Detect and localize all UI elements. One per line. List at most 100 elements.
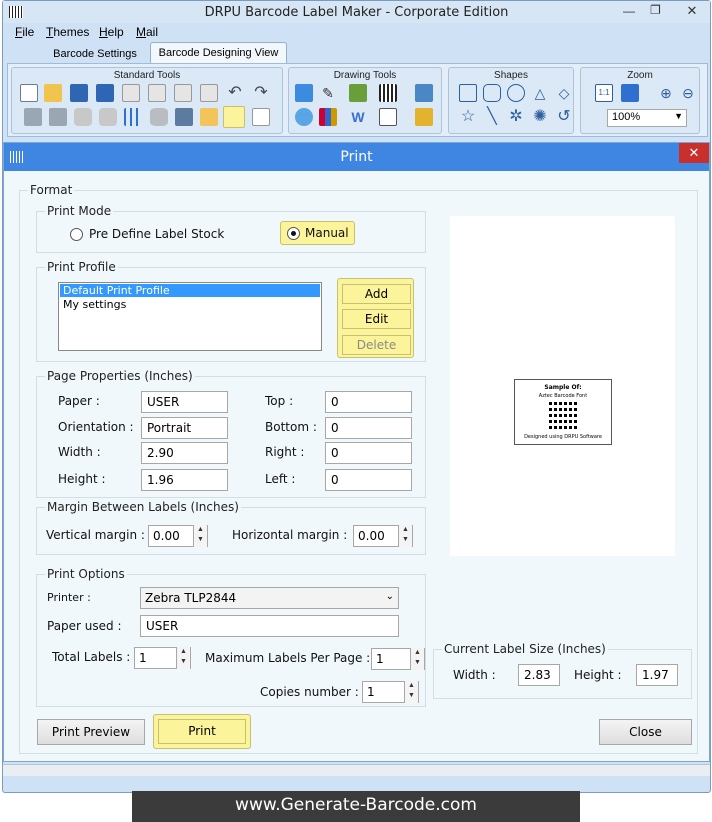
dialog-title: Print (340, 149, 373, 165)
ellipse-icon[interactable] (507, 84, 525, 102)
add-profile-button[interactable]: Add (342, 284, 411, 304)
new-file-icon[interactable] (20, 84, 38, 102)
printer-select[interactable]: Zebra TLP2844 ⌄ (140, 587, 399, 609)
export-icon[interactable] (252, 108, 270, 126)
gear-shape-icon[interactable]: ✲ (507, 108, 525, 126)
tab-barcode-designing-view[interactable]: Barcode Designing View (150, 42, 287, 64)
star-icon[interactable]: ☆ (459, 108, 477, 126)
orientation-input[interactable]: Portrait (141, 417, 228, 439)
delete-profile-button[interactable]: Delete (342, 335, 411, 355)
arc-icon[interactable]: ↺ (555, 108, 573, 126)
current-height-input[interactable]: 1.97 (636, 664, 678, 686)
print-options-group: Print Options Printer : Zebra TLP2844 ⌄ … (36, 567, 426, 707)
close-button[interactable]: Close (599, 719, 692, 745)
bring-front-icon[interactable] (49, 108, 67, 126)
pencil-icon[interactable]: ✎ (319, 84, 337, 102)
paper-used-input[interactable]: USER (140, 615, 399, 637)
barcode-icon[interactable] (379, 84, 397, 102)
print-icon[interactable] (223, 106, 245, 128)
actual-size-icon[interactable]: 1:1 (595, 84, 613, 102)
width-input[interactable]: 2.90 (141, 442, 228, 464)
triangle-icon[interactable]: △ (531, 84, 549, 102)
edit-profile-button[interactable]: Edit (342, 309, 411, 329)
paste-icon[interactable] (148, 84, 166, 102)
group-title-zoom: Zoom (627, 70, 653, 81)
copies-number-stepper[interactable]: 1 ▲ ▼ (362, 681, 419, 703)
vertical-margin-spin-icon[interactable]: ▲ ▼ (193, 525, 207, 547)
zoom-select[interactable]: 100% ▼ (607, 109, 687, 127)
menu-help-label: elp (107, 25, 124, 39)
copies-number-spin-icon[interactable]: ▲ ▼ (404, 681, 418, 703)
fit-to-window-icon[interactable] (621, 84, 639, 102)
text-tool-icon[interactable] (295, 84, 313, 102)
unlock-icon[interactable] (99, 108, 117, 126)
rectangle-shape-icon[interactable] (459, 84, 477, 102)
max-labels-per-page-stepper[interactable]: 1 ▲ ▼ (371, 648, 425, 670)
list-item-default-print-profile[interactable]: Default Print Profile (60, 284, 320, 297)
print-profile-group: Print Profile Default Print Profile My s… (36, 260, 426, 362)
rounded-rectangle-icon[interactable] (483, 84, 501, 102)
menu-file[interactable]: File (15, 25, 34, 39)
database-icon[interactable] (150, 108, 168, 126)
print-button[interactable]: Print (158, 719, 246, 744)
frame-tool-icon[interactable] (379, 108, 397, 126)
page-properties-group: Page Properties (Inches) Paper : USER Or… (36, 369, 426, 498)
vertical-margin-stepper[interactable]: 0.00 ▲ ▼ (148, 525, 208, 547)
menu-mail[interactable]: Mail (136, 25, 158, 39)
radio-predefine-label-stock[interactable] (70, 228, 83, 241)
copies-number-value: 1 (367, 685, 375, 699)
send-back-icon[interactable] (24, 108, 42, 126)
word-art-icon[interactable]: W (349, 108, 367, 126)
format-legend: Format (28, 183, 75, 197)
shapes-tool-icon[interactable] (295, 108, 313, 126)
picture-library-icon[interactable] (415, 84, 433, 102)
copy-icon[interactable] (122, 84, 140, 102)
undo-icon[interactable]: ↶ (226, 84, 244, 102)
bottom-input[interactable]: 0 (325, 417, 412, 439)
save-as-icon[interactable] (96, 84, 114, 102)
cut-icon[interactable] (174, 84, 192, 102)
delete-icon[interactable] (200, 84, 218, 102)
aztec-barcode-icon (549, 401, 577, 429)
print-preview-button[interactable]: Print Preview (37, 719, 145, 745)
tab-barcode-settings[interactable]: Barcode Settings (41, 44, 149, 64)
current-width-input[interactable]: 2.83 (518, 664, 560, 686)
save-icon[interactable] (70, 84, 88, 102)
line-icon[interactable]: ╲ (483, 108, 501, 126)
manual-option-highlight[interactable]: Manual (280, 221, 355, 245)
height-label: Height : (58, 472, 106, 486)
horizontal-margin-spin-icon[interactable]: ▲ ▼ (398, 525, 412, 547)
open-folder-icon[interactable] (44, 84, 62, 102)
minimize-button[interactable]: — (623, 4, 635, 18)
menu-help[interactable]: Help (99, 25, 124, 39)
total-labels-stepper[interactable]: 1 ▲ ▼ (134, 647, 191, 669)
zoom-out-icon[interactable]: ⊖ (679, 84, 697, 102)
max-labels-per-page-spin-icon[interactable]: ▲ ▼ (410, 648, 424, 670)
books-icon[interactable] (319, 108, 337, 126)
left-input[interactable]: 0 (325, 469, 412, 491)
zoom-in-icon[interactable]: ⊕ (657, 84, 675, 102)
print-profile-list[interactable]: Default Print Profile My settings (58, 282, 322, 351)
maximize-button[interactable]: ❐ (650, 3, 661, 17)
grid-icon[interactable] (124, 108, 142, 126)
total-labels-spin-icon[interactable]: ▲ ▼ (176, 647, 190, 669)
diamond-icon[interactable]: ◇ (555, 84, 573, 102)
right-input[interactable]: 0 (325, 442, 412, 464)
image-icon[interactable] (349, 84, 367, 102)
email-icon[interactable] (200, 108, 218, 126)
fill-color-icon[interactable] (415, 108, 433, 126)
burst-icon[interactable]: ✺ (531, 108, 549, 126)
menu-file-label: ile (22, 25, 35, 39)
horizontal-margin-stepper[interactable]: 0.00 ▲ ▼ (353, 525, 413, 547)
dialog-close-icon[interactable]: ✕ (679, 143, 709, 163)
window-close-button[interactable]: ✕ (677, 3, 707, 21)
lock-icon[interactable] (74, 108, 92, 126)
menu-themes[interactable]: Themes (46, 25, 89, 39)
height-input[interactable]: 1.96 (141, 469, 228, 491)
radio-manual[interactable] (287, 227, 300, 240)
barcode-settings-icon[interactable] (175, 108, 193, 126)
redo-icon[interactable]: ↷ (252, 84, 270, 102)
top-input[interactable]: 0 (325, 391, 412, 413)
list-item-my-settings[interactable]: My settings (60, 298, 320, 311)
paper-input[interactable]: USER (141, 391, 228, 413)
